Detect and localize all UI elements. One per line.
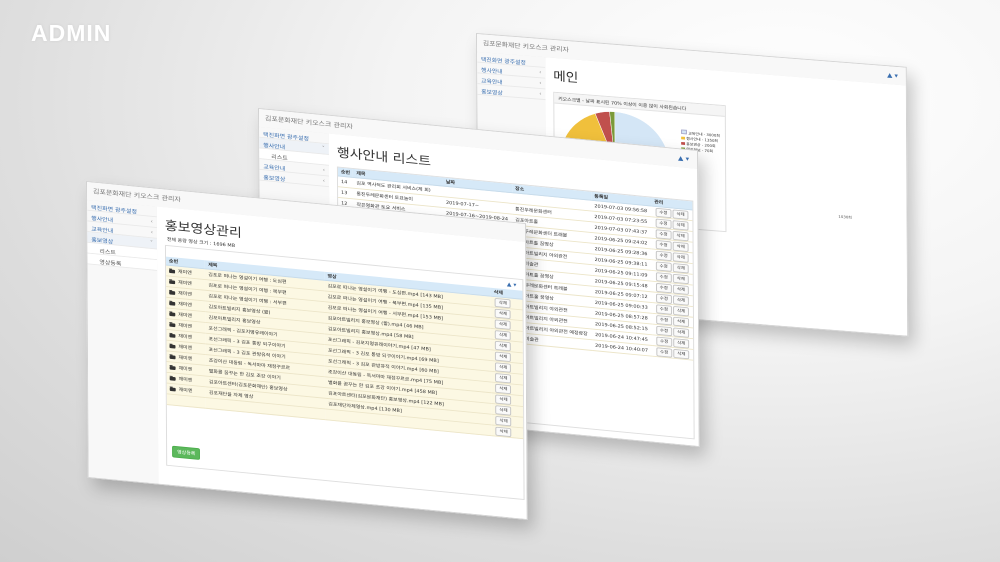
- edit-button[interactable]: 수정: [655, 271, 672, 283]
- user-icon[interactable]: ▲ ▾: [678, 155, 689, 163]
- folder-label: 재미엔: [178, 301, 192, 309]
- delete-button[interactable]: 삭제: [673, 348, 690, 359]
- chevron-left-icon: ‹: [539, 90, 542, 98]
- edit-button[interactable]: 수정: [655, 325, 673, 336]
- sidebar-item-label: 홍보영상: [263, 174, 286, 183]
- folder-label: 재미엔: [178, 290, 192, 298]
- delete-button[interactable]: 삭제: [673, 326, 690, 338]
- folder-icon: [169, 290, 176, 295]
- main-content: 홍보영상관리 전체 용량 영상 크기 : 1696 MB ▲ ▾ 순번 제목 영…: [156, 206, 527, 519]
- user-icon[interactable]: ▲ ▾: [887, 72, 898, 80]
- delete-button[interactable]: 삭제: [672, 273, 690, 284]
- edit-button[interactable]: 수정: [655, 303, 673, 315]
- legend-swatch: [681, 141, 686, 145]
- delete-button[interactable]: 삭제: [672, 251, 689, 263]
- folder-icon: [169, 376, 176, 381]
- delete-button[interactable]: 삭제: [495, 372, 512, 384]
- delete-button[interactable]: 삭제: [672, 284, 690, 295]
- folder-icon: [169, 322, 176, 327]
- delete-button[interactable]: 삭제: [672, 230, 689, 241]
- delete-button[interactable]: 삭제: [495, 361, 512, 373]
- actions-cell: 삭제: [491, 424, 524, 439]
- videos-window: 김포문화재단 키오스크 관리자 택진화면 광주설정 행사안내 ‹ 교육안내 ‹ 홍보…: [86, 181, 528, 520]
- chevron-down-icon: ˅: [321, 145, 325, 152]
- register-video-button[interactable]: 영상등록: [172, 445, 201, 461]
- folder-icon: [169, 268, 176, 274]
- edit-button[interactable]: 수정: [655, 314, 673, 326]
- videos-table: 순번 제목 영상 삭제 재미엔 김포로 떠나는 영설이기 여행 : 도심편 김포로 …: [166, 256, 524, 440]
- chevron-left-icon: ‹: [322, 166, 326, 174]
- folder-label: 재미엔: [178, 269, 192, 277]
- folder-icon: [169, 365, 176, 370]
- chevron-left-icon: ‹: [150, 218, 153, 225]
- folder-icon: [169, 333, 176, 338]
- chevron-left-icon: ‹: [322, 177, 326, 185]
- sidebar-item-label: 홍보영상: [481, 88, 503, 97]
- edit-button[interactable]: 수정: [655, 250, 672, 261]
- delete-button[interactable]: 삭제: [672, 219, 689, 231]
- folder-label: 재미엔: [178, 280, 192, 287]
- legend-swatch: [681, 129, 687, 135]
- edit-button[interactable]: 수정: [655, 207, 672, 218]
- folder-label: 재미엔: [178, 365, 193, 373]
- delete-button[interactable]: 삭제: [494, 308, 512, 319]
- edit-button[interactable]: 수정: [655, 293, 672, 304]
- brand-title: ADMIN: [31, 20, 112, 46]
- folder-label: 재미엔: [178, 376, 193, 384]
- folder-icon: [169, 279, 176, 284]
- chevron-left-icon: ‹: [539, 69, 542, 76]
- chevron-left-icon: ‹: [150, 229, 153, 236]
- sidebar: 택진화면 광주설정 행사안내 ‹ 교육안내 ‹ 홍보영상 ˅ 리스트 영상등록: [87, 199, 160, 484]
- folder-label: 재미엔: [178, 322, 193, 330]
- delete-button[interactable]: 삭제: [672, 262, 689, 274]
- folder-icon: [169, 386, 176, 392]
- app-title[interactable]: 김포문화재단 키오스크 관리자: [483, 39, 569, 55]
- delete-button[interactable]: 삭제: [673, 316, 690, 327]
- delete-button[interactable]: 삭제: [495, 426, 512, 437]
- page-title: 메인: [553, 69, 579, 86]
- delete-button[interactable]: 삭제: [672, 208, 689, 220]
- edit-button[interactable]: 수정: [655, 239, 672, 250]
- delete-button[interactable]: 삭제: [672, 294, 690, 306]
- edit-button[interactable]: 수정: [655, 260, 672, 272]
- folder-icon: [169, 301, 176, 306]
- folder-icon: [169, 311, 176, 316]
- legend-swatch: [681, 136, 686, 140]
- delete-button[interactable]: 삭제: [672, 241, 689, 252]
- folder-label: 재미엔: [178, 344, 193, 352]
- edit-button[interactable]: 수정: [655, 228, 672, 240]
- chevron-down-icon: ˅: [150, 239, 154, 247]
- delete-button[interactable]: 삭제: [494, 297, 512, 308]
- folder-icon: [169, 354, 176, 359]
- side-note: 1030회: [838, 214, 852, 220]
- delete-button[interactable]: 삭제: [495, 404, 512, 416]
- delete-button[interactable]: 삭제: [495, 383, 512, 394]
- chevron-left-icon: ‹: [539, 79, 542, 87]
- delete-button[interactable]: 삭제: [495, 394, 512, 405]
- delete-button[interactable]: 삭제: [495, 340, 512, 351]
- folder-label: 재미엔: [178, 312, 193, 319]
- delete-button[interactable]: 삭제: [495, 415, 512, 426]
- folder-label: 재미엔: [178, 333, 193, 341]
- delete-button[interactable]: 삭제: [494, 318, 512, 330]
- edit-button[interactable]: 수정: [656, 346, 673, 358]
- folder-icon: [169, 344, 176, 349]
- delete-button[interactable]: 삭제: [673, 337, 690, 349]
- edit-button[interactable]: 수정: [655, 218, 672, 229]
- sidebar-item-label: 영상등록: [99, 259, 122, 268]
- videos-panel: ▲ ▾ 순번 제목 영상 삭제 재미엔 김포로 떠나는 영설이기 여행 : 도심편…: [164, 244, 525, 501]
- edit-button[interactable]: 수정: [655, 336, 673, 347]
- delete-button[interactable]: 삭제: [495, 351, 512, 362]
- user-icon[interactable]: ▲ ▾: [507, 281, 517, 288]
- folder-label: 재미엔: [178, 387, 193, 395]
- delete-button[interactable]: 삭제: [672, 305, 690, 316]
- edit-button[interactable]: 수정: [655, 282, 672, 293]
- folder-label: 재미엔: [178, 355, 193, 362]
- delete-button[interactable]: 삭제: [494, 329, 512, 341]
- page-title: 행사안내 리스트: [336, 145, 432, 170]
